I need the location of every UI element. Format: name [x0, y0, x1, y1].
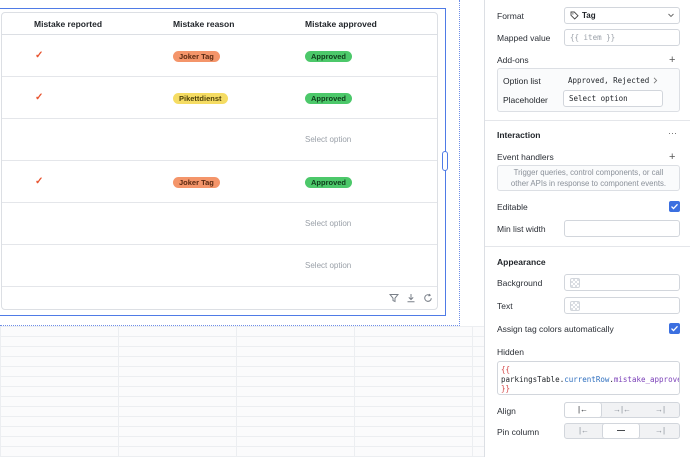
pin-column-segmented-control[interactable]: |← — →| [564, 423, 680, 439]
container-boundary-bottom [0, 325, 460, 326]
align-right-icon[interactable]: →| [641, 403, 679, 417]
check-icon: ✓ [35, 92, 44, 103]
check-icon: ✓ [35, 50, 44, 61]
column-header-mistake-approved[interactable]: Mistake approved [305, 19, 377, 29]
download-icon[interactable] [406, 293, 416, 303]
pin-right-icon[interactable]: →| [641, 424, 679, 438]
select-option-placeholder[interactable]: Select option [305, 261, 351, 270]
placeholder-input[interactable]: Select option [563, 90, 663, 107]
selected-table-component[interactable]: Mistake reported Mistake reason Mistake … [0, 8, 446, 316]
more-options-icon[interactable]: ··· [668, 128, 677, 138]
tag-mistake-reason: Joker Tag [173, 51, 220, 62]
min-list-width-label: Min list width [497, 224, 546, 234]
template-close-braces: }} [501, 384, 511, 393]
canvas: Mistake reported Mistake reason Mistake … [0, 0, 484, 457]
interaction-section-title[interactable]: Interaction [497, 130, 540, 140]
table-header: Mistake reported Mistake reason Mistake … [2, 13, 437, 35]
align-segmented-control[interactable]: |← →|← →| [564, 402, 680, 418]
table-row[interactable]: ✓ Joker Tag Approved [2, 35, 437, 77]
pin-column-label: Pin column [497, 427, 540, 437]
assign-tag-colors-label: Assign tag colors automatically [497, 324, 614, 334]
align-center-icon[interactable]: →|← [603, 403, 641, 417]
select-option-placeholder[interactable]: Select option [305, 219, 351, 228]
addons-label: Add-ons [497, 55, 529, 65]
format-select[interactable]: Tag [564, 7, 680, 24]
template-open-braces: {{ [501, 365, 511, 374]
tag-mistake-approved[interactable]: Approved [305, 177, 353, 188]
add-event-handler-icon[interactable]: + [669, 152, 675, 163]
expression-property: mistake_approved [613, 374, 680, 384]
tag-mistake-approved[interactable]: Approved [305, 93, 353, 104]
align-label: Align [497, 406, 516, 416]
table-row[interactable]: ✓ Pikettdienst Approved [2, 77, 437, 119]
mapped-value-input[interactable]: {{ item }} [564, 29, 680, 46]
divider [485, 246, 690, 247]
table-row[interactable]: ✓ Joker Tag Approved [2, 161, 437, 203]
table[interactable]: Mistake reported Mistake reason Mistake … [1, 12, 438, 310]
expression-property: currentRow [564, 374, 610, 384]
text-color-input[interactable] [564, 297, 680, 314]
tag-icon [570, 11, 579, 20]
resize-handle[interactable] [442, 151, 448, 171]
table-row[interactable]: Select option [2, 119, 437, 161]
canvas-grid [0, 326, 484, 457]
align-left-icon[interactable]: |← [564, 402, 602, 418]
mapped-value-label: Mapped value [497, 33, 551, 43]
hidden-expression: parkingsTable.currentRow.mistake_approve… [501, 374, 679, 385]
background-color-input[interactable] [564, 274, 680, 291]
chevron-right-icon[interactable] [653, 77, 658, 84]
placeholder-label: Placeholder [503, 95, 548, 105]
hidden-label: Hidden [497, 347, 524, 357]
editable-checkbox[interactable] [669, 201, 680, 212]
checkmark-icon [671, 203, 678, 210]
tag-mistake-approved[interactable]: Approved [305, 51, 353, 62]
expression-object: parkingsTable [501, 374, 560, 384]
event-handlers-empty-hint[interactable]: Trigger queries, control components, or … [497, 165, 680, 191]
tag-mistake-reason: Pikettdienst [173, 93, 228, 104]
table-footer [2, 286, 437, 309]
format-value: Tag [582, 11, 596, 20]
min-list-width-input[interactable] [564, 220, 680, 237]
chevron-down-icon [668, 13, 674, 18]
hidden-expression-editor[interactable]: {{ parkingsTable.currentRow.mistake_appr… [497, 361, 680, 395]
pin-left-icon[interactable]: |← [565, 424, 603, 438]
text-color-label: Text [497, 301, 513, 311]
refresh-icon[interactable] [423, 293, 433, 303]
add-addon-icon[interactable]: + [669, 55, 675, 66]
column-header-mistake-reason[interactable]: Mistake reason [173, 19, 234, 29]
background-label: Background [497, 278, 543, 288]
table-row[interactable]: Select option [2, 203, 437, 245]
option-list-label: Option list [503, 76, 541, 86]
check-icon: ✓ [35, 176, 44, 187]
tag-mistake-reason: Joker Tag [173, 177, 220, 188]
column-header-mistake-reported[interactable]: Mistake reported [34, 19, 102, 29]
option-list-value[interactable]: Approved, Rejected [568, 76, 649, 85]
select-option-placeholder[interactable]: Select option [305, 135, 351, 144]
appearance-section-title[interactable]: Appearance [497, 257, 546, 267]
color-swatch-icon[interactable] [570, 301, 580, 311]
event-handlers-label: Event handlers [497, 152, 554, 162]
container-boundary-right [459, 0, 460, 326]
color-swatch-icon[interactable] [570, 278, 580, 288]
filter-icon[interactable] [389, 293, 399, 303]
table-row[interactable]: Select option [2, 245, 437, 287]
pin-none-icon[interactable]: — [602, 423, 640, 439]
addons-box: Option list Approved, Rejected Placehold… [497, 68, 680, 112]
assign-tag-colors-checkbox[interactable] [669, 323, 680, 334]
inspector-panel: Format Tag Mapped value {{ item }} Add-o… [484, 0, 690, 457]
checkmark-icon [671, 325, 678, 332]
divider [485, 120, 690, 121]
format-label: Format [497, 11, 524, 21]
editable-label: Editable [497, 202, 528, 212]
